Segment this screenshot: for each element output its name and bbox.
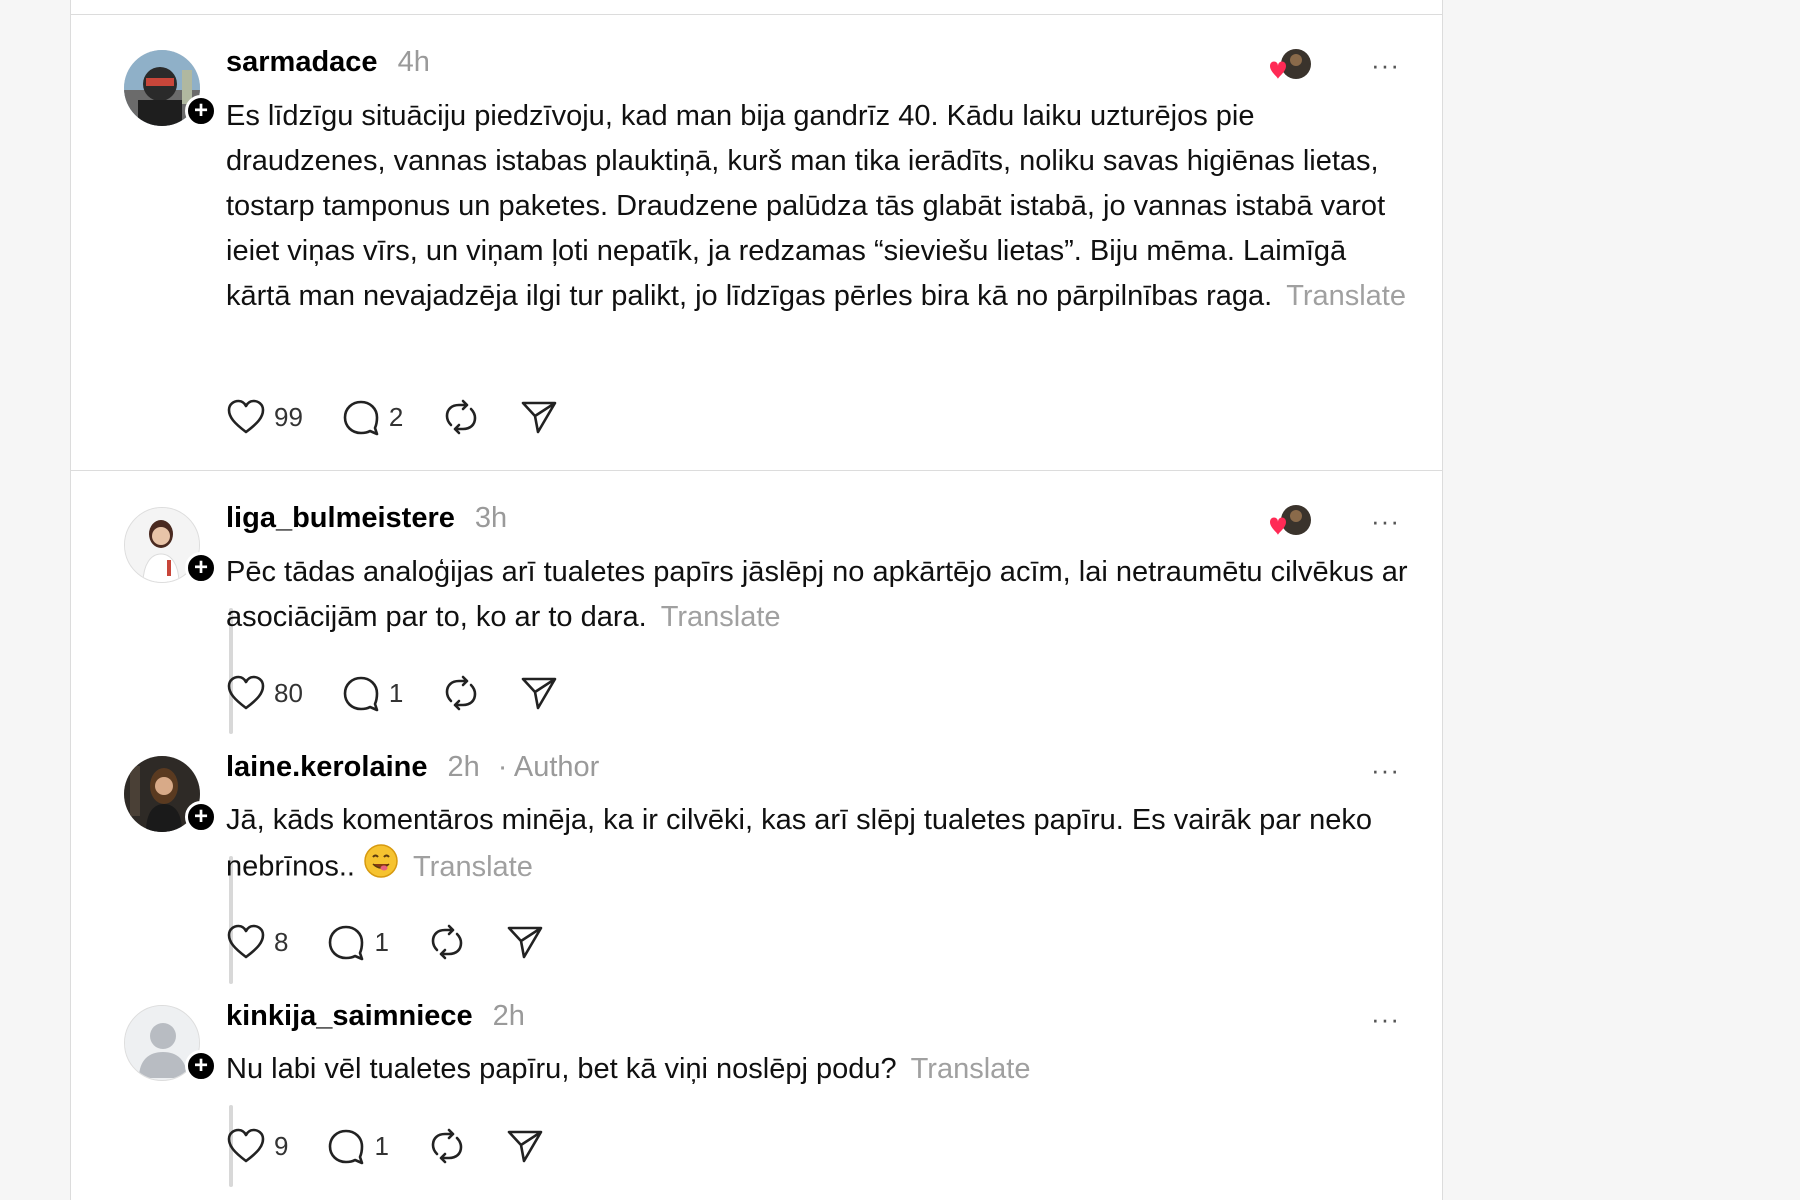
repost-button[interactable]	[441, 398, 481, 436]
username[interactable]: liga_bulmeistere	[226, 502, 455, 535]
smiling-face-emoji	[363, 843, 399, 893]
reply-button[interactable]: 1	[341, 674, 403, 712]
comment-icon	[329, 925, 364, 961]
username[interactable]: kinkija_saimniece	[226, 1000, 473, 1033]
heart-icon	[227, 1128, 265, 1163]
post-actions: 80 1	[226, 673, 597, 713]
repost-icon	[431, 924, 463, 960]
repost-button[interactable]	[427, 1127, 467, 1165]
share-icon	[507, 1130, 543, 1163]
post-body: Es līdzīgu situāciju piedzīvoju, kad man…	[226, 94, 1416, 319]
post-header: laine.kerolaine 2h · Author	[226, 751, 599, 791]
repost-button[interactable]	[427, 923, 467, 961]
translate-link[interactable]: Translate	[911, 1053, 1031, 1085]
like-count: 8	[274, 926, 289, 957]
timestamp[interactable]: 4h	[398, 46, 430, 79]
repost-icon	[446, 399, 477, 435]
post-text: Nu labi vēl tualetes papīru, bet kā viņi…	[226, 1053, 897, 1085]
share-button[interactable]	[505, 923, 545, 961]
post-header: kinkija_saimniece 2h	[226, 1000, 525, 1040]
post-text: Es līdzīgu situāciju piedzīvoju, kad man…	[226, 100, 1386, 312]
username[interactable]: laine.kerolaine	[226, 751, 428, 784]
share-icon	[507, 926, 543, 959]
post-header: sarmadace 4h	[226, 46, 430, 86]
heart-icon	[227, 924, 265, 959]
follow-plus-icon[interactable]: +	[185, 1050, 217, 1082]
translate-link[interactable]: Translate	[413, 851, 533, 883]
repost-icon	[446, 675, 477, 711]
like-button[interactable]: 80	[226, 674, 303, 712]
follow-plus-icon[interactable]: +	[185, 801, 217, 833]
page: + sarmadace 4h ··· Es līdzīgu situāciju …	[0, 0, 1800, 1200]
reply-count: 1	[388, 677, 404, 708]
timestamp[interactable]: 2h	[448, 751, 480, 784]
heart-icon	[227, 399, 265, 434]
liked-by-author-indicator	[1266, 504, 1312, 540]
more-icon[interactable]: ···	[1371, 508, 1400, 534]
follow-plus-icon[interactable]: +	[185, 552, 217, 584]
comment-icon	[343, 400, 379, 436]
repost-button[interactable]	[441, 674, 481, 712]
more-icon[interactable]: ···	[1371, 757, 1400, 783]
reply-button[interactable]: 1	[326, 1127, 389, 1165]
post-actions: 8 1	[226, 922, 583, 962]
heart-icon	[227, 675, 265, 710]
post-text: Pēc tādas analoģijas arī tualetes papīrs…	[226, 556, 1408, 633]
reply-count: 2	[388, 401, 404, 432]
translate-link[interactable]: Translate	[1286, 280, 1406, 312]
reply-count: 1	[374, 1130, 389, 1161]
post-body: Jā, kāds komentāros minēja, ka ir cilvēk…	[226, 798, 1416, 893]
post-actions: 99 2	[226, 397, 597, 437]
author-badge: · Author	[497, 751, 600, 783]
more-icon[interactable]: ···	[1371, 52, 1400, 78]
like-button[interactable]: 9	[226, 1127, 288, 1165]
repost-icon	[431, 1128, 463, 1164]
share-button[interactable]	[505, 1127, 545, 1165]
share-icon	[522, 677, 557, 710]
share-button[interactable]	[519, 398, 559, 436]
share-button[interactable]	[519, 674, 559, 712]
comment-icon	[343, 676, 379, 712]
like-count: 9	[274, 1130, 289, 1161]
share-icon	[522, 401, 557, 434]
comment-icon	[329, 1129, 364, 1165]
follow-plus-icon[interactable]: +	[185, 95, 217, 127]
like-button[interactable]: 99	[226, 398, 303, 436]
reply-button[interactable]: 1	[326, 923, 389, 961]
post-divider	[71, 470, 1442, 471]
like-count: 99	[274, 401, 303, 432]
like-count: 80	[274, 677, 303, 708]
reply-count: 1	[374, 926, 389, 957]
username[interactable]: sarmadace	[226, 46, 378, 79]
reply-button[interactable]: 2	[341, 398, 403, 436]
timestamp[interactable]: 2h	[493, 1000, 525, 1033]
post-body: Nu labi vēl tualetes papīru, bet kā viņi…	[226, 1047, 1416, 1092]
timestamp[interactable]: 3h	[475, 502, 507, 535]
post-actions: 9 1	[226, 1126, 583, 1166]
top-divider	[71, 14, 1442, 15]
translate-link[interactable]: Translate	[661, 601, 781, 633]
thread-feed: + sarmadace 4h ··· Es līdzīgu situāciju …	[70, 0, 1443, 1200]
post-body: Pēc tādas analoģijas arī tualetes papīrs…	[226, 550, 1416, 640]
like-button[interactable]: 8	[226, 923, 288, 961]
liked-by-author-indicator	[1266, 48, 1312, 84]
post-header: liga_bulmeistere 3h	[226, 502, 507, 542]
more-icon[interactable]: ···	[1371, 1006, 1400, 1032]
